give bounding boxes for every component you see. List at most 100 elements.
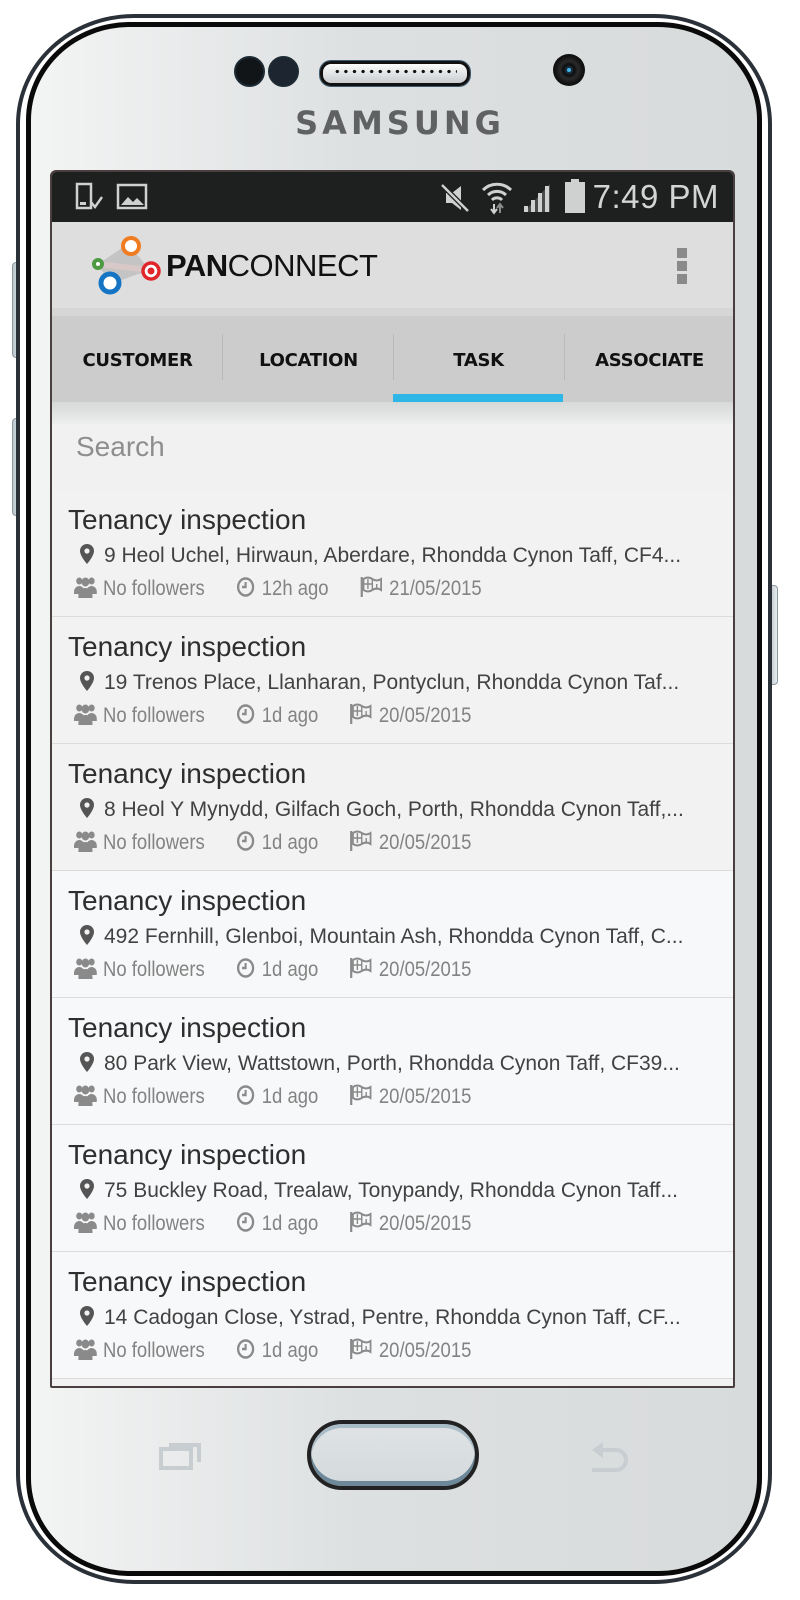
screen: 7:49 PM PANCONNECT CUSTOMER LOCATION TAS… [50,170,735,1388]
task-address-text: 9 Heol Uchel, Hirwaun, Aberdare, Rhondda… [104,544,682,567]
task-title: Tenancy inspection [68,504,307,535]
age-info: 1d ago [236,830,318,855]
task-address-text: 75 Buckley Road, Trealaw, Tonypandy, Rho… [104,1179,678,1202]
checkered-flag-icon [350,703,372,724]
followers-icon [74,1339,97,1360]
due-date-text: 20/05/2015 [378,831,472,854]
task-list-item[interactable]: Tenancy inspection 14 Cadogan Close, Yst… [52,1252,733,1379]
clock-icon [237,1085,255,1105]
tab-customer[interactable]: CUSTOMER [52,316,223,404]
task-meta: No followers 1d ago 20/05/2015 [74,957,498,982]
panconnect-logo-icon [92,236,161,295]
task-title: Tenancy inspection [68,885,307,916]
followers-text: No followers [103,1085,205,1108]
task-address: 75 Buckley Road, Trealaw, Tonypandy, Rho… [80,1179,720,1203]
age-text: 1d ago [261,958,319,981]
mute-icon [440,183,470,213]
clock-icon [237,1339,255,1359]
age-info: 1d ago [236,703,318,728]
followers-info: No followers [74,1084,205,1109]
followers-info: No followers [74,576,205,601]
search-bar [52,404,733,490]
followers-text: No followers [103,958,205,981]
task-list-item[interactable]: Tenancy inspection 80 Park View, Wattsto… [52,998,733,1125]
clock-icon [237,1212,255,1232]
download-done-icon [75,182,103,210]
task-list-item[interactable]: Tenancy inspection 75 Buckley Road, Trea… [52,1125,733,1252]
task-address: 9 Heol Uchel, Hirwaun, Aberdare, Rhondda… [80,544,720,568]
task-meta: No followers 1d ago 20/05/2015 [74,703,498,728]
followers-icon [74,1085,97,1106]
due-date-info: 20/05/2015 [350,1084,472,1109]
home-button[interactable] [307,1420,479,1490]
tab-task[interactable]: TASK [393,316,564,404]
brand-logo: SAMSUNG [295,104,505,142]
age-text: 1d ago [261,704,319,727]
due-date-text: 20/05/2015 [378,704,472,727]
followers-info: No followers [74,703,205,728]
app-bar: PANCONNECT [52,222,733,308]
due-date-text: 20/05/2015 [378,1212,472,1235]
due-date-info: 21/05/2015 [360,576,482,601]
task-address-text: 8 Heol Y Mynydd, Gilfach Goch, Porth, Rh… [104,798,684,821]
proximity-sensor [234,56,265,87]
task-title: Tenancy inspection [68,1012,307,1043]
followers-icon [74,577,97,598]
due-date-text: 20/05/2015 [378,1085,472,1108]
followers-info: No followers [74,830,205,855]
checkered-flag-icon [350,1211,372,1232]
task-list-item[interactable]: Tenancy inspection 9 Heol Uchel, Hirwaun… [52,490,733,617]
back-button[interactable] [590,1440,632,1472]
followers-text: No followers [103,831,205,854]
location-pin-icon [80,1179,94,1199]
task-meta: No followers 1d ago 20/05/2015 [74,1211,498,1236]
followers-icon [74,831,97,852]
clock-icon [237,704,255,724]
clock-icon [237,577,255,597]
task-title: Tenancy inspection [68,1266,307,1297]
tab-bar: CUSTOMER LOCATION TASK ASSOCIATE [52,308,733,405]
age-info: 1d ago [236,957,318,982]
task-address-text: 19 Trenos Place, Llanharan, Pontyclun, R… [104,671,680,694]
recent-apps-button[interactable] [159,1440,201,1470]
followers-text: No followers [103,704,205,727]
due-date-text: 20/05/2015 [378,958,472,981]
task-list-item[interactable]: Tenancy inspection 19 Trenos Place, Llan… [52,617,733,744]
age-text: 1d ago [261,1339,319,1362]
clock-icon [237,831,255,851]
task-address: 492 Fernhill, Glenboi, Mountain Ash, Rho… [80,925,720,949]
followers-info: No followers [74,1211,205,1236]
due-date-info: 20/05/2015 [350,1338,472,1363]
task-address: 14 Cadogan Close, Ystrad, Pentre, Rhondd… [80,1306,720,1330]
followers-text: No followers [103,1339,205,1362]
checkered-flag-icon [350,1084,372,1105]
due-date-info: 20/05/2015 [350,830,472,855]
front-camera [553,54,585,86]
tab-associate[interactable]: ASSOCIATE [564,316,733,404]
age-info: 1d ago [236,1338,318,1363]
tab-location[interactable]: LOCATION [223,316,394,404]
more-vert-icon[interactable] [677,248,687,288]
wifi-icon [481,182,513,215]
checkered-flag-icon [350,830,372,851]
followers-text: No followers [103,577,205,600]
location-pin-icon [80,1306,94,1326]
logo-light-text: CONNECT [227,248,378,283]
signal-icon [524,184,550,212]
task-list-item[interactable]: Tenancy inspection 492 Fernhill, Glenboi… [52,871,733,998]
app-logo-text: PANCONNECT [166,248,378,284]
task-list-item[interactable]: Tenancy inspection 8 Heol Y Mynydd, Gilf… [52,744,733,871]
task-title: Tenancy inspection [68,758,307,789]
checkered-flag-icon [360,576,383,597]
age-text: 1d ago [261,1212,319,1235]
search-input[interactable] [74,424,678,470]
checkered-flag-icon [350,1338,372,1359]
followers-icon [74,704,97,725]
followers-info: No followers [74,1338,205,1363]
image-notification-icon [116,183,148,210]
due-date-text: 20/05/2015 [378,1339,472,1362]
location-pin-icon [80,544,94,564]
task-address: 19 Trenos Place, Llanharan, Pontyclun, R… [80,671,720,695]
location-pin-icon [80,1052,94,1072]
task-address-text: 80 Park View, Wattstown, Porth, Rhondda … [104,1052,680,1075]
